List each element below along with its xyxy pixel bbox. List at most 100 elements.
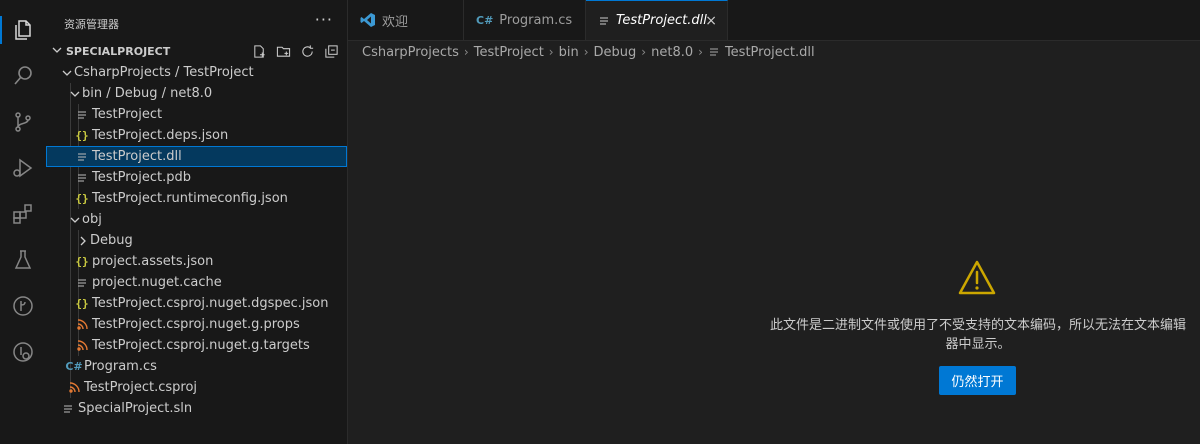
tree-label: bin / Debug / net8.0	[82, 86, 213, 101]
chevron-right-icon	[76, 230, 90, 251]
tree-file-dll[interactable]: TestProject.dll	[46, 146, 347, 167]
extensions-icon[interactable]	[0, 194, 46, 234]
tree-file-testproject[interactable]: TestProject	[46, 104, 347, 125]
binary-file-message: 此文件是二进制文件或使用了不受支持的文本编码，所以无法在文本编辑 器中显示。	[758, 316, 1198, 354]
tree-folder-obj[interactable]: obj	[46, 209, 347, 230]
file-lines-icon	[74, 146, 90, 167]
explorer-title: 资源管理器	[64, 18, 119, 31]
refresh-icon[interactable]	[297, 41, 317, 61]
tree-file-deps-json[interactable]: {} TestProject.deps.json	[46, 125, 347, 146]
tree-label: TestProject.csproj.nuget.g.targets	[92, 338, 310, 353]
chevron-down-icon	[68, 209, 82, 230]
tree-label: TestProject.dll	[92, 149, 182, 164]
tree-label: TestProject.csproj.nuget.dgspec.json	[92, 296, 329, 311]
tree-label: TestProject.deps.json	[92, 128, 229, 143]
close-icon[interactable]: ×	[705, 13, 717, 29]
new-folder-icon[interactable]	[273, 41, 293, 61]
file-lines-icon	[74, 104, 90, 125]
chevron-right-icon: ›	[641, 45, 647, 59]
more-actions-icon[interactable]: ···	[315, 10, 333, 29]
tree-file-assets-json[interactable]: {} project.assets.json	[46, 251, 347, 272]
warning-icon	[958, 260, 996, 295]
tree-folder-debug[interactable]: Debug	[46, 230, 347, 251]
chevron-right-icon: ›	[583, 45, 589, 59]
project-header[interactable]: SPECIALPROJECT	[46, 40, 347, 62]
tree-label: TestProject.csproj.nuget.g.props	[92, 317, 300, 332]
file-lines-icon	[74, 167, 90, 188]
tree-file-nuget-cache[interactable]: project.nuget.cache	[46, 272, 347, 293]
tree-label: SpecialProject.sln	[78, 401, 193, 416]
tree-file-csproj[interactable]: TestProject.csproj	[46, 377, 347, 398]
remote-icon[interactable]	[0, 332, 46, 372]
tree-file-g-targets[interactable]: TestProject.csproj.nuget.g.targets	[46, 335, 347, 356]
rss-icon	[74, 314, 90, 335]
tab-testproject-dll[interactable]: TestProject.dll ×	[586, 0, 728, 40]
chevron-down-icon	[60, 62, 74, 83]
tree-label: project.assets.json	[92, 254, 214, 269]
editor-tabs: 欢迎 C# Program.cs TestProject.dll ×	[348, 0, 1200, 41]
tree-label: CsharpProjects / TestProject	[74, 65, 254, 80]
breadcrumb-item[interactable]: bin	[559, 45, 579, 60]
json-icon: {}	[75, 297, 89, 310]
explorer-actions	[249, 40, 341, 62]
tree-label: project.nuget.cache	[92, 275, 222, 290]
chevron-right-icon: ›	[463, 45, 469, 59]
run-debug-icon[interactable]	[0, 148, 46, 188]
tree-label: obj	[82, 212, 102, 227]
file-lines-icon	[598, 15, 610, 27]
json-icon: {}	[75, 192, 89, 205]
chevron-right-icon: ›	[548, 45, 554, 59]
search-icon[interactable]	[0, 56, 46, 96]
project-name: SPECIALPROJECT	[66, 44, 171, 58]
tree-label: Debug	[90, 233, 133, 248]
rss-icon	[66, 377, 82, 398]
tree-file-sln[interactable]: SpecialProject.sln	[46, 398, 347, 419]
file-lines-icon	[708, 46, 720, 58]
breadcrumb-item[interactable]: Debug	[594, 45, 637, 60]
chevron-down-icon	[48, 45, 66, 58]
editor-area: 此文件是二进制文件或使用了不受支持的文本编码，所以无法在文本编辑 器中显示。 仍…	[348, 64, 1200, 444]
tree-folder-net8[interactable]: bin / Debug / net8.0	[46, 83, 347, 104]
tab-label: TestProject.dll	[616, 13, 707, 28]
csharp-icon: C#	[476, 13, 494, 27]
json-icon: {}	[75, 129, 89, 142]
testing-icon[interactable]	[0, 240, 46, 280]
tree-file-g-props[interactable]: TestProject.csproj.nuget.g.props	[46, 314, 347, 335]
tab-welcome[interactable]: 欢迎	[348, 0, 464, 40]
source-control-icon[interactable]	[0, 102, 46, 142]
tree-file-program-cs[interactable]: C# Program.cs	[46, 356, 347, 377]
chevron-down-icon	[68, 83, 82, 104]
tree-file-dgspec-json[interactable]: {} TestProject.csproj.nuget.dgspec.json	[46, 293, 347, 314]
breadcrumb-item[interactable]: net8.0	[651, 45, 693, 60]
file-tree: CsharpProjects / TestProject bin / Debug…	[46, 62, 347, 419]
chevron-right-icon: ›	[698, 45, 703, 59]
message-line: 此文件是二进制文件或使用了不受支持的文本编码，所以无法在文本编辑	[769, 318, 1186, 333]
git-graph-icon[interactable]	[0, 286, 46, 326]
tree-file-pdb[interactable]: TestProject.pdb	[46, 167, 347, 188]
open-anyway-button[interactable]: 仍然打开	[939, 366, 1016, 395]
json-icon: {}	[75, 255, 89, 268]
tree-label: TestProject.runtimeconfig.json	[92, 191, 288, 206]
tab-program-cs[interactable]: C# Program.cs	[464, 0, 586, 40]
breadcrumb-item[interactable]: TestProject.dll	[725, 45, 815, 60]
tree-file-runtimeconfig[interactable]: {} TestProject.runtimeconfig.json	[46, 188, 347, 209]
tree-folder-testproject[interactable]: CsharpProjects / TestProject	[46, 62, 347, 83]
tree-label: TestProject	[92, 107, 163, 122]
file-lines-icon	[74, 272, 90, 293]
tab-label: 欢迎	[382, 14, 409, 30]
breadcrumb: CsharpProjects › TestProject › bin › Deb…	[348, 40, 1200, 64]
message-line: 器中显示。	[945, 337, 1011, 352]
tree-label: Program.cs	[84, 359, 157, 374]
tab-label: Program.cs	[499, 12, 573, 28]
collapse-all-icon[interactable]	[321, 41, 341, 61]
new-file-icon[interactable]	[249, 41, 269, 61]
breadcrumb-item[interactable]: CsharpProjects	[362, 45, 459, 60]
tree-label: TestProject.pdb	[92, 170, 191, 185]
breadcrumb-item[interactable]: TestProject	[474, 45, 544, 60]
tree-label: TestProject.csproj	[84, 380, 198, 395]
file-lines-icon	[60, 398, 76, 419]
activity-bar	[0, 0, 47, 444]
vscode-icon	[360, 12, 376, 28]
rss-icon	[74, 335, 90, 356]
explorer-icon[interactable]	[0, 10, 46, 50]
